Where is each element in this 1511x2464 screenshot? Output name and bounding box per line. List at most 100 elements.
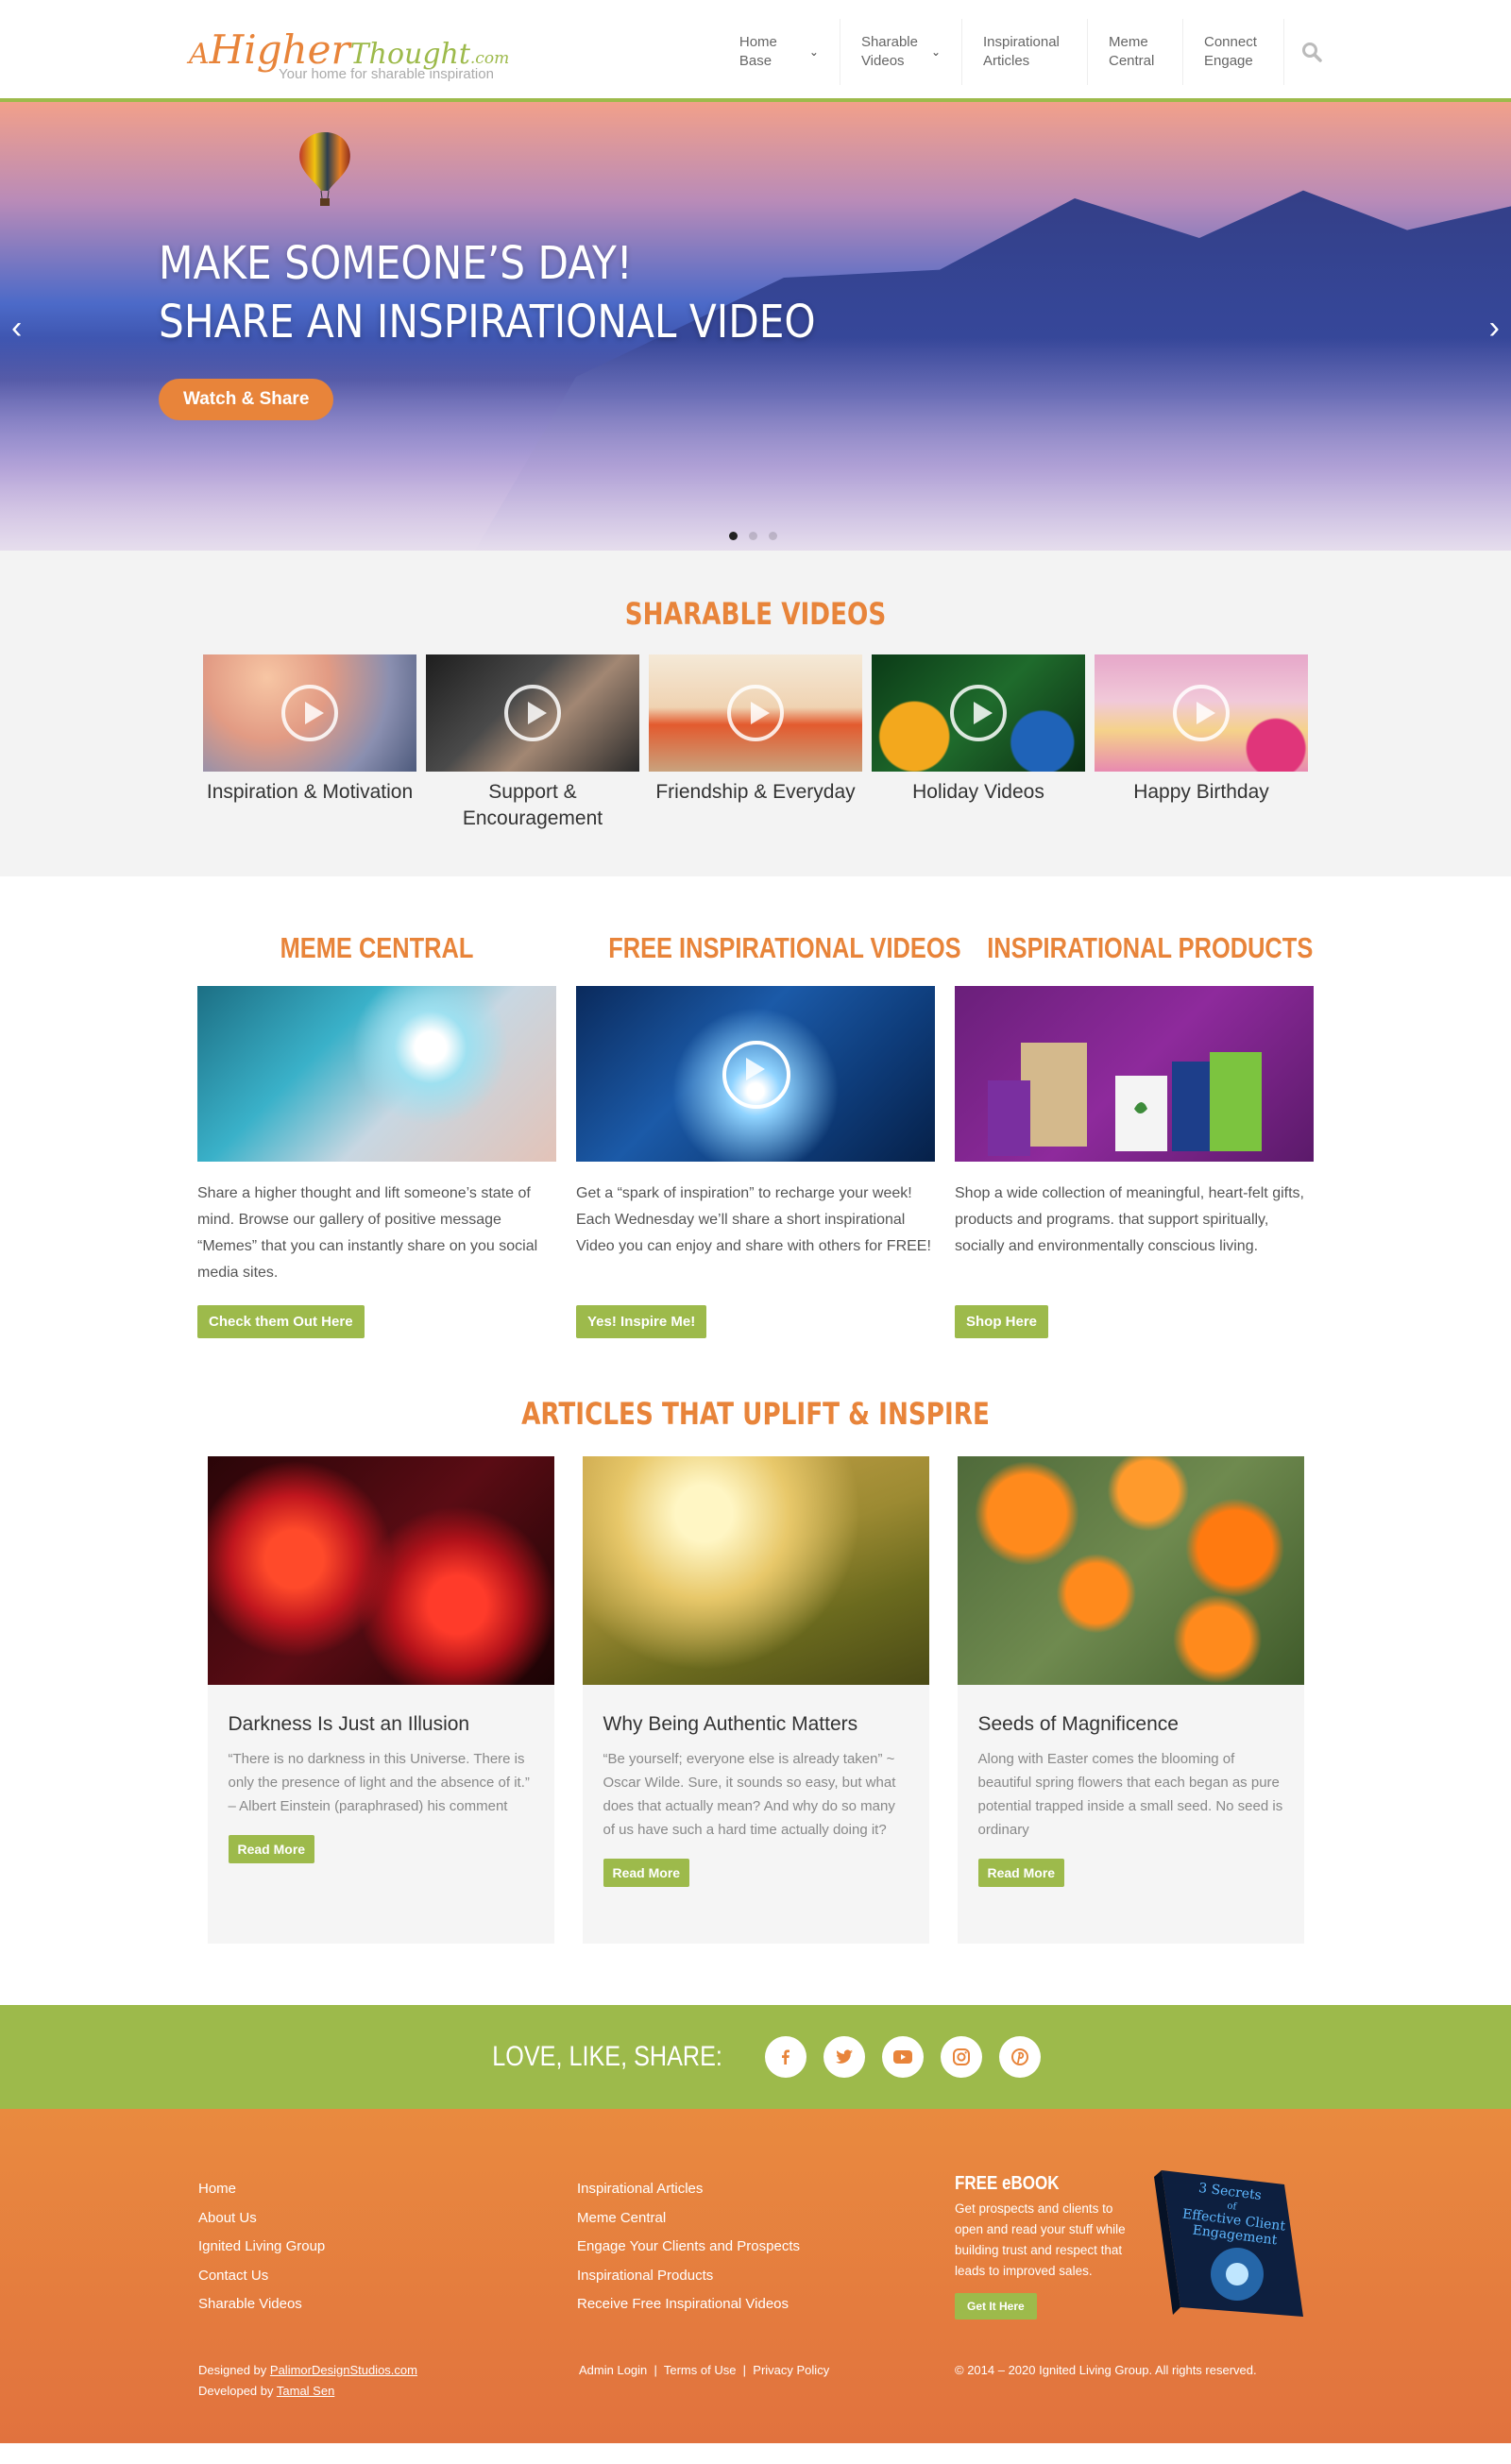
article-title[interactable]: Darkness Is Just an Illusion — [229, 1713, 534, 1736]
articles-section: ARTICLES THAT UPLIFT & INSPIRE Darkness … — [0, 1386, 1511, 2005]
slider-dot[interactable] — [729, 532, 738, 540]
developed-by-label: Developed by — [198, 2384, 274, 2398]
feature-title: INSPIRATIONAL PRODUCTS — [987, 931, 1314, 964]
footer-link[interactable]: Receive Free Inspirational Videos — [577, 2290, 800, 2320]
article-card[interactable]: Why Being Authentic Matters “Be yourself… — [582, 1456, 929, 1944]
play-icon — [727, 685, 784, 741]
video-thumbnail — [872, 654, 1085, 772]
feature-title: MEME CENTRAL — [280, 931, 474, 964]
article-card[interactable]: Seeds of Magnificence Along with Easter … — [957, 1456, 1304, 1944]
read-more-button[interactable]: Read More — [977, 1859, 1065, 1887]
hero-line-2: SHARE AN INSPIRATIONAL VIDEO — [159, 296, 816, 348]
copyright: © 2014 – 2020 Ignited Living Group. All … — [955, 2363, 1257, 2377]
video-category-card[interactable]: Holiday Videos — [872, 654, 1085, 832]
footer-link[interactable]: Contact Us — [198, 2262, 325, 2291]
article-excerpt: Along with Easter comes the blooming of … — [977, 1751, 1283, 1838]
hero-mist — [0, 338, 1511, 551]
footer-link[interactable]: Inspirational Products — [577, 2262, 800, 2291]
footer-link[interactable]: Sharable Videos — [198, 2290, 325, 2320]
video-thumbnail — [1095, 654, 1308, 772]
site-footer: Home About Us Ignited Living Group Conta… — [0, 2109, 1511, 2443]
feature-title: FREE INSPIRATIONAL VIDEOS — [608, 931, 961, 964]
features-section: MEME CENTRAL Share a higher thought and … — [0, 876, 1511, 1386]
video-category-card[interactable]: Support & Encouragement — [426, 654, 639, 832]
ebook-cover-image: 3 Secrets of Effective Client Engagement — [1154, 2170, 1303, 2317]
feature-text: Shop a wide collection of meaningful, he… — [955, 1185, 1304, 1254]
footer-link[interactable]: Home — [198, 2175, 325, 2204]
hero-line-1: MAKE SOMEONE’S DAY! — [159, 237, 633, 290]
terms-of-use-link[interactable]: Terms of Use — [664, 2363, 737, 2377]
twitter-icon[interactable] — [823, 2036, 866, 2078]
article-title[interactable]: Why Being Authentic Matters — [603, 1713, 908, 1736]
facebook-icon[interactable] — [765, 2036, 807, 2078]
yes-inspire-me-button[interactable]: Yes! Inspire Me! — [576, 1305, 707, 1338]
hero-heading: MAKE SOMEONE’S DAY! SHARE AN INSPIRATION… — [159, 234, 816, 351]
article-card[interactable]: Darkness Is Just an Illusion “There is n… — [207, 1456, 554, 1944]
logo-tagline: Your home for sharable inspiration — [279, 66, 494, 82]
video-category-card[interactable]: Friendship & Everyday — [649, 654, 862, 832]
search-icon — [1302, 42, 1322, 62]
play-icon — [722, 1041, 790, 1109]
video-category-label: Holiday Videos — [912, 781, 1044, 803]
social-title: LOVE, LIKE, SHARE: — [492, 2041, 722, 2072]
nav-inspirational-articles[interactable]: Inspirational Articles — [962, 19, 1088, 85]
play-icon — [281, 685, 338, 741]
nav-label: Connect Engage — [1204, 34, 1257, 69]
nav-home-base[interactable]: Home Base ⌄ — [719, 19, 840, 85]
feature-free-videos: FREE INSPIRATIONAL VIDEOS Get a “spark o… — [576, 931, 961, 1338]
footer-links-col-1: Home About Us Ignited Living Group Conta… — [198, 2175, 325, 2320]
ebook-promo: FREE eBOOK Get prospects and clients to … — [955, 2173, 1144, 2320]
watch-share-button[interactable]: Watch & Share — [159, 379, 334, 420]
ebook-text: Get prospects and clients to open and re… — [955, 2201, 1126, 2278]
footer-credits: Designed by PalimorDesignStudios.com Dev… — [198, 2360, 417, 2402]
admin-login-link[interactable]: Admin Login — [579, 2363, 647, 2377]
article-title[interactable]: Seeds of Magnificence — [978, 1713, 1283, 1736]
nav-meme-central[interactable]: Meme Central — [1088, 19, 1183, 85]
video-category-label: Inspiration & Motivation — [206, 781, 414, 803]
nav-sharable-videos[interactable]: Sharable Videos ⌄ — [840, 19, 962, 85]
nav-connect-engage[interactable]: Connect Engage — [1183, 19, 1284, 85]
instagram-icon[interactable] — [941, 2036, 983, 2078]
footer-link[interactable]: Meme Central — [577, 2204, 800, 2234]
article-excerpt: “There is no darkness in this Universe. … — [228, 1751, 530, 1814]
privacy-policy-link[interactable]: Privacy Policy — [753, 2363, 829, 2377]
pinterest-icon[interactable] — [999, 2036, 1042, 2078]
logo-com: .com — [469, 49, 510, 68]
shop-here-button[interactable]: Shop Here — [955, 1305, 1049, 1338]
read-more-button[interactable]: Read More — [603, 1859, 690, 1887]
ebook-title: FREE eBOOK — [955, 2173, 1060, 2194]
nav-label: Inspirational Articles — [983, 34, 1060, 69]
youtube-icon[interactable] — [882, 2036, 925, 2078]
meme-central-image — [197, 986, 556, 1162]
play-icon — [950, 685, 1007, 741]
nav-label: Home Base — [739, 34, 777, 69]
hot-air-balloon-image — [299, 132, 350, 206]
video-category-card[interactable]: Happy Birthday — [1095, 654, 1308, 832]
slider-prev-arrow-icon[interactable]: ‹ — [11, 312, 22, 344]
feature-text: Share a higher thought and lift someone’… — [197, 1185, 538, 1281]
feature-meme-central: MEME CENTRAL Share a higher thought and … — [197, 931, 556, 1338]
footer-link[interactable]: Inspirational Articles — [577, 2175, 800, 2204]
main-nav: Home Base ⌄ Sharable Videos ⌄ Inspiratio… — [719, 19, 1322, 85]
read-more-button[interactable]: Read More — [228, 1835, 315, 1863]
article-excerpt: “Be yourself; everyone else is already t… — [603, 1751, 896, 1838]
footer-link[interactable]: Ignited Living Group — [198, 2233, 325, 2262]
designer-link[interactable]: PalimorDesignStudios.com — [270, 2363, 417, 2377]
search-button[interactable] — [1284, 19, 1322, 85]
video-category-card[interactable]: Inspiration & Motivation — [203, 654, 416, 832]
developer-link[interactable]: Tamal Sen — [277, 2384, 334, 2398]
section-title: SHARABLE VIDEOS — [624, 596, 887, 632]
footer-links-col-2: Inspirational Articles Meme Central Enga… — [577, 2175, 800, 2320]
slider-next-arrow-icon[interactable]: › — [1489, 312, 1500, 344]
footer-link[interactable]: About Us — [198, 2204, 325, 2234]
nav-label: Sharable Videos — [860, 34, 918, 69]
site-header: AHigherThought.com Your home for sharabl… — [0, 0, 1511, 102]
get-it-here-button[interactable]: Get It Here — [955, 2293, 1037, 2320]
footer-link[interactable]: Engage Your Clients and Prospects — [577, 2233, 800, 2262]
section-title: ARTICLES THAT UPLIFT & INSPIRE — [521, 1396, 990, 1432]
slider-dot[interactable] — [749, 532, 757, 540]
slider-dot[interactable] — [769, 532, 777, 540]
site-logo[interactable]: AHigherThought.com Your home for sharabl… — [189, 19, 548, 85]
check-them-out-button[interactable]: Check them Out Here — [197, 1305, 365, 1338]
logo-a: A — [189, 38, 210, 71]
